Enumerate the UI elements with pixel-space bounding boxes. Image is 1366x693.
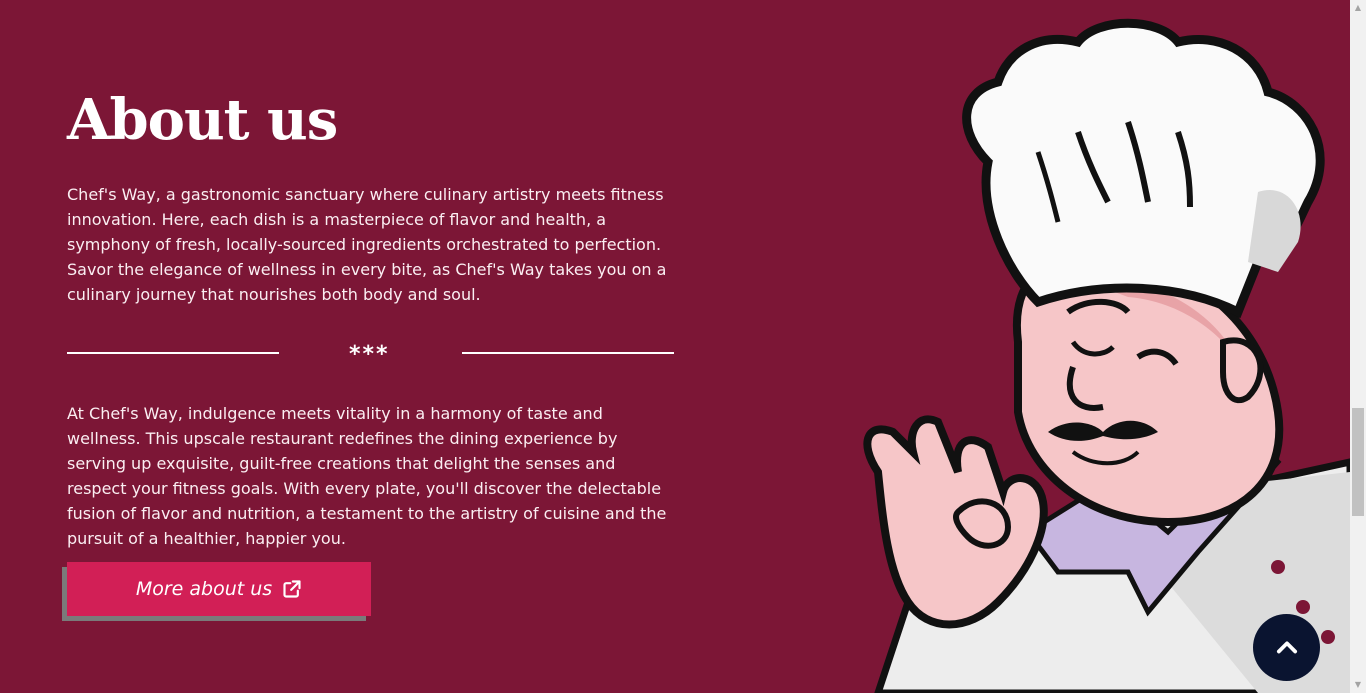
chevron-up-icon <box>1276 640 1297 653</box>
scroll-up-arrow-icon[interactable]: ▲ <box>1350 0 1366 16</box>
scroll-thumb[interactable] <box>1352 408 1364 516</box>
divider-stars: *** <box>349 342 390 367</box>
chef-illustration <box>863 18 1350 693</box>
more-about-us-label: More about us <box>135 578 273 600</box>
more-about-button-wrapper: More about us <box>62 562 371 621</box>
about-title: About us <box>67 87 338 153</box>
more-about-us-button[interactable]: More about us <box>67 562 371 616</box>
back-to-top-button[interactable] <box>1253 614 1320 681</box>
divider-line-right <box>462 352 674 354</box>
scroll-down-arrow-icon[interactable]: ▼ <box>1350 677 1366 693</box>
section-divider: *** <box>67 342 674 367</box>
page-scrollbar[interactable]: ▲ ▼ <box>1350 0 1366 693</box>
divider-line-left <box>67 352 279 354</box>
external-link-icon <box>283 580 301 598</box>
about-section: About us Chef's Way, a gastronomic sanct… <box>62 84 677 621</box>
about-paragraph-1: Chef's Way, a gastronomic sanctuary wher… <box>67 185 667 304</box>
about-paragraph-2: At Chef's Way, indulgence meets vitality… <box>67 404 667 548</box>
